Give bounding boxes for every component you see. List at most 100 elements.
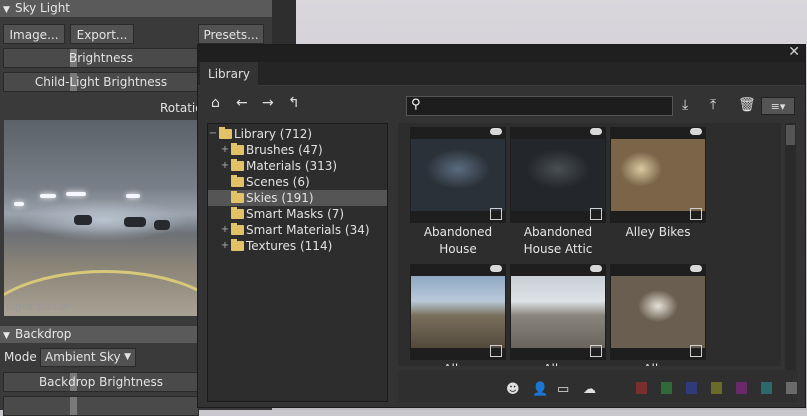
asset-label: Alley <box>410 361 506 366</box>
close-icon[interactable]: ✕ <box>788 44 800 60</box>
tab-bar: Library <box>198 62 805 86</box>
tree-item-label: Library (712) <box>234 127 313 141</box>
backdrop-blur-slider[interactable] <box>3 396 199 416</box>
panel-scroll-strip <box>272 0 296 44</box>
select-checkbox[interactable] <box>590 345 602 357</box>
brightness-label: Brightness <box>69 51 133 65</box>
select-checkbox[interactable] <box>690 208 702 220</box>
collapse-icon[interactable]: − <box>208 126 218 142</box>
asset-thumbnail[interactable] <box>610 264 706 360</box>
expand-icon[interactable]: + <box>220 238 230 254</box>
tree-item[interactable]: Skies (191) <box>208 190 387 206</box>
asset-label: Abandoned <box>523 225 593 239</box>
forward-arrow-icon[interactable]: → <box>262 95 274 111</box>
folder-icon <box>231 191 244 203</box>
slider-knob[interactable] <box>70 397 77 415</box>
alien-icon[interactable]: ☻ <box>506 382 520 397</box>
child-light-brightness-label: Child-Light Brightness <box>34 75 168 89</box>
backdrop-title: Backdrop <box>15 327 72 341</box>
tree-item[interactable]: + Textures (114) <box>208 238 387 254</box>
select-checkbox[interactable] <box>490 208 502 220</box>
trash-icon[interactable]: 🗑 <box>738 97 756 113</box>
ceiling-light <box>40 194 56 198</box>
tree-item-label: Materials (313) <box>246 159 338 173</box>
car-shape <box>74 215 92 225</box>
tree-item-label: Smart Masks (7) <box>246 207 345 221</box>
search-input[interactable]: ⚲ <box>406 96 673 116</box>
cloud-icon <box>590 265 602 272</box>
sky-preview-thumbnail <box>511 276 605 348</box>
color-tag-swatch[interactable] <box>761 382 772 394</box>
folder-icon <box>231 159 244 171</box>
tree-item[interactable]: Scenes (6) <box>208 174 387 190</box>
sky-preview-thumbnail <box>511 139 605 211</box>
child-light-brightness-slider[interactable]: Child-Light Brightness <box>3 72 199 92</box>
tree-item[interactable]: + Materials (313) <box>208 158 387 174</box>
backdrop-brightness-label: Backdrop Brightness <box>38 375 164 389</box>
mode-select[interactable]: Ambient Sky ▼ <box>40 348 136 367</box>
export-button[interactable]: Export... <box>70 24 134 44</box>
view-options-icon[interactable]: ≡▾ <box>761 97 795 115</box>
asset-thumbnail[interactable] <box>410 264 506 360</box>
select-checkbox[interactable] <box>590 208 602 220</box>
export-icon[interactable]: ⤒ <box>710 97 716 113</box>
import-icon[interactable]: ⤓ <box>682 97 688 113</box>
monitor-icon[interactable]: ▭ <box>557 382 569 397</box>
library-body: ⌂ ← → ↰ ⚲ ⤓ ⤒ 🗑 ≡▾ − Library (712) + Brushe… <box>198 86 805 407</box>
tree-item[interactable]: + Brushes (47) <box>208 142 387 158</box>
asset-label: Alley <box>510 361 606 366</box>
tree-item-label: Smart Materials (34) <box>246 223 370 237</box>
tree-item-label: Scenes (6) <box>246 175 310 189</box>
image-button[interactable]: Image... <box>3 24 65 44</box>
tree-item-label: Brushes (47) <box>246 143 323 157</box>
sky-light-header[interactable]: ▼ Sky Light <box>0 0 272 17</box>
ceiling-light <box>14 202 24 206</box>
search-icon: ⚲ <box>411 97 421 112</box>
cloud-icon <box>590 128 602 135</box>
scrollbar-thumb[interactable] <box>786 125 795 145</box>
expand-icon[interactable]: + <box>220 142 230 158</box>
tree-item[interactable]: Smart Masks (7) <box>208 206 387 222</box>
grid-scrollbar[interactable] <box>785 123 796 402</box>
brightness-slider[interactable]: Brightness <box>3 48 199 68</box>
folder-icon <box>231 223 244 235</box>
window-titlebar[interactable]: ✕ <box>198 44 805 62</box>
expand-icon[interactable]: + <box>220 158 230 174</box>
asset-thumbnail[interactable] <box>510 127 606 223</box>
color-tag-swatch[interactable] <box>636 382 647 394</box>
user-icon[interactable]: 👤 <box>532 382 548 397</box>
home-icon[interactable]: ⌂ <box>211 95 220 111</box>
back-arrow-icon[interactable]: ← <box>236 95 248 111</box>
sky-preview-thumbnail <box>611 276 705 348</box>
tree-item[interactable]: − Library (712) <box>208 126 387 142</box>
cloud-icon <box>690 128 702 135</box>
asset-grid: Abandoned House Abandoned House Attic Alley … <box>398 123 781 366</box>
asset-thumbnail[interactable] <box>510 264 606 360</box>
color-tag-swatch[interactable] <box>711 382 722 394</box>
library-window: ✕ Library ⌂ ← → ↰ ⚲ ⤓ ⤒ 🗑 ≡▾ − Library (7… <box>197 44 806 408</box>
cloud-icon[interactable]: ☁ <box>583 382 596 397</box>
sky-preview-thumbnail <box>611 139 705 211</box>
cloud-icon <box>690 265 702 272</box>
color-tag-swatch[interactable] <box>736 382 747 394</box>
cloud-icon <box>490 265 502 272</box>
expand-icon[interactable]: + <box>220 222 230 238</box>
asset-label: Abandoned <box>423 225 493 239</box>
car-shape <box>124 217 146 227</box>
asset-thumbnail[interactable] <box>610 127 706 223</box>
tab-library[interactable]: Library <box>200 62 258 86</box>
color-tag-swatch[interactable] <box>786 382 797 394</box>
asset-label: Alley <box>610 361 706 366</box>
up-folder-icon[interactable]: ↰ <box>288 95 300 111</box>
tree-item[interactable]: + Smart Materials (34) <box>208 222 387 238</box>
backdrop-brightness-slider[interactable]: Backdrop Brightness <box>3 372 199 392</box>
color-tag-swatch[interactable] <box>661 382 672 394</box>
chevron-down-icon: ▼ <box>124 352 131 362</box>
color-tag-swatch[interactable] <box>686 382 697 394</box>
presets-button[interactable]: Presets... <box>198 24 264 44</box>
asset-thumbnail[interactable] <box>410 127 506 223</box>
sky-preview-image[interactable]: Light Editor <box>4 120 200 316</box>
mode-value: Ambient Sky <box>45 350 121 364</box>
select-checkbox[interactable] <box>690 345 702 357</box>
select-checkbox[interactable] <box>490 345 502 357</box>
